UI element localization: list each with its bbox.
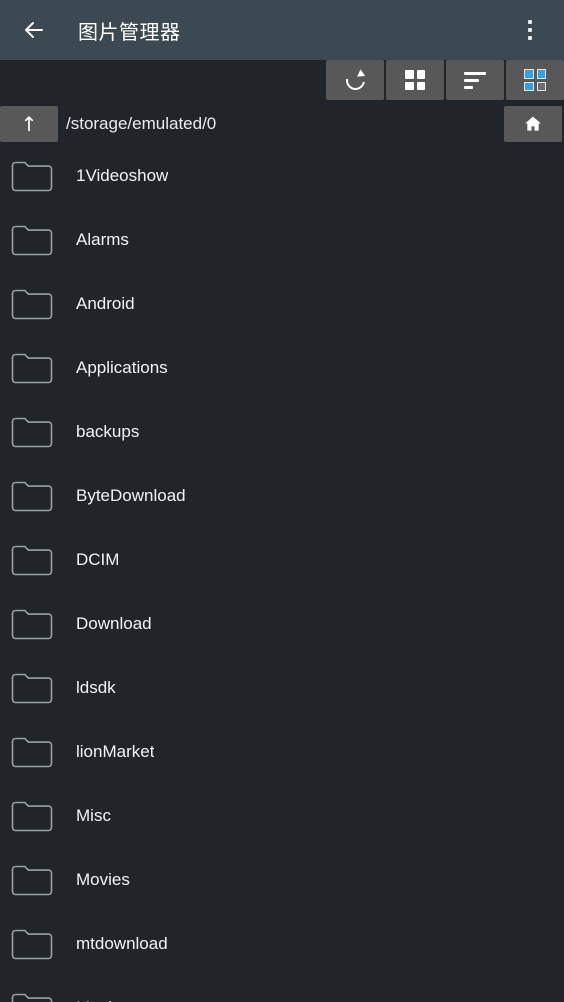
folder-icon (11, 225, 53, 255)
list-item-label: backups (76, 422, 140, 441)
app-bar: 图片管理器 (0, 0, 564, 60)
list-item-label: Alarms (76, 230, 129, 249)
path-bar: ↑ /storage/emulated/0 (0, 104, 564, 144)
sort-icon (464, 71, 486, 89)
folder-icon (11, 801, 53, 831)
list-item[interactable]: lionMarket (0, 720, 564, 784)
list-item-label: Android (76, 294, 135, 313)
folder-icon (11, 673, 53, 703)
list-item-label: Download (76, 614, 152, 633)
list-item-label: ByteDownload (76, 486, 186, 505)
page-title: 图片管理器 (78, 21, 181, 44)
folder-icon (11, 161, 53, 191)
list-item[interactable]: Movies (0, 848, 564, 912)
folder-icon (11, 353, 53, 383)
folder-icon (11, 737, 53, 767)
list-item-label: Applications (76, 358, 168, 377)
current-path-label: /storage/emulated/0 (66, 114, 217, 133)
list-item[interactable]: backups (0, 400, 564, 464)
view-toolbar (0, 60, 564, 104)
list-item[interactable]: Android (0, 272, 564, 336)
refresh-button[interactable] (326, 60, 384, 100)
grid-view-icon (405, 70, 425, 90)
folder-icon (11, 609, 53, 639)
arrow-up-icon: ↑ (20, 112, 38, 136)
overflow-menu-button[interactable] (510, 8, 550, 52)
list-item[interactable]: Music (0, 976, 564, 1002)
navigate-up-button[interactable]: ↑ (0, 106, 58, 142)
back-button[interactable] (14, 10, 54, 50)
folder-icon (11, 545, 53, 575)
list-item[interactable]: mtdownload (0, 912, 564, 976)
list-item[interactable]: ByteDownload (0, 464, 564, 528)
list-item[interactable]: DCIM (0, 528, 564, 592)
folder-icon (11, 289, 53, 319)
more-vertical-icon-dot (528, 36, 532, 40)
list-item-label: ldsdk (76, 678, 116, 697)
list-item-label: Misc (76, 806, 111, 825)
refresh-icon (346, 71, 365, 90)
more-vertical-icon-dot (528, 20, 532, 24)
list-item-label: lionMarket (76, 742, 155, 761)
list-item-label: mtdownload (76, 934, 168, 953)
color-grid-icon (524, 69, 546, 91)
select-view-button[interactable] (506, 60, 564, 100)
file-list[interactable]: 1Videoshow Alarms Android Applications backu… (0, 144, 564, 1002)
more-vertical-icon-dot (528, 28, 532, 32)
grid-view-button[interactable] (386, 60, 444, 100)
list-item-label: DCIM (76, 550, 120, 569)
list-item[interactable]: ldsdk (0, 656, 564, 720)
list-item[interactable]: Alarms (0, 208, 564, 272)
list-item-label: 1Videoshow (76, 166, 169, 185)
list-item[interactable]: Download (0, 592, 564, 656)
list-item[interactable]: 1Videoshow (0, 144, 564, 208)
sort-button[interactable] (446, 60, 504, 100)
folder-icon (11, 993, 53, 1002)
folder-icon (11, 417, 53, 447)
arrow-left-icon (25, 22, 43, 38)
home-button[interactable] (504, 106, 562, 142)
list-item-label: Music (76, 998, 120, 1002)
list-item-label: Movies (76, 870, 130, 889)
folder-icon (11, 865, 53, 895)
folder-icon (11, 929, 53, 959)
list-item[interactable]: Misc (0, 784, 564, 848)
folder-icon (11, 481, 53, 511)
home-icon (525, 116, 541, 131)
list-item[interactable]: Applications (0, 336, 564, 400)
